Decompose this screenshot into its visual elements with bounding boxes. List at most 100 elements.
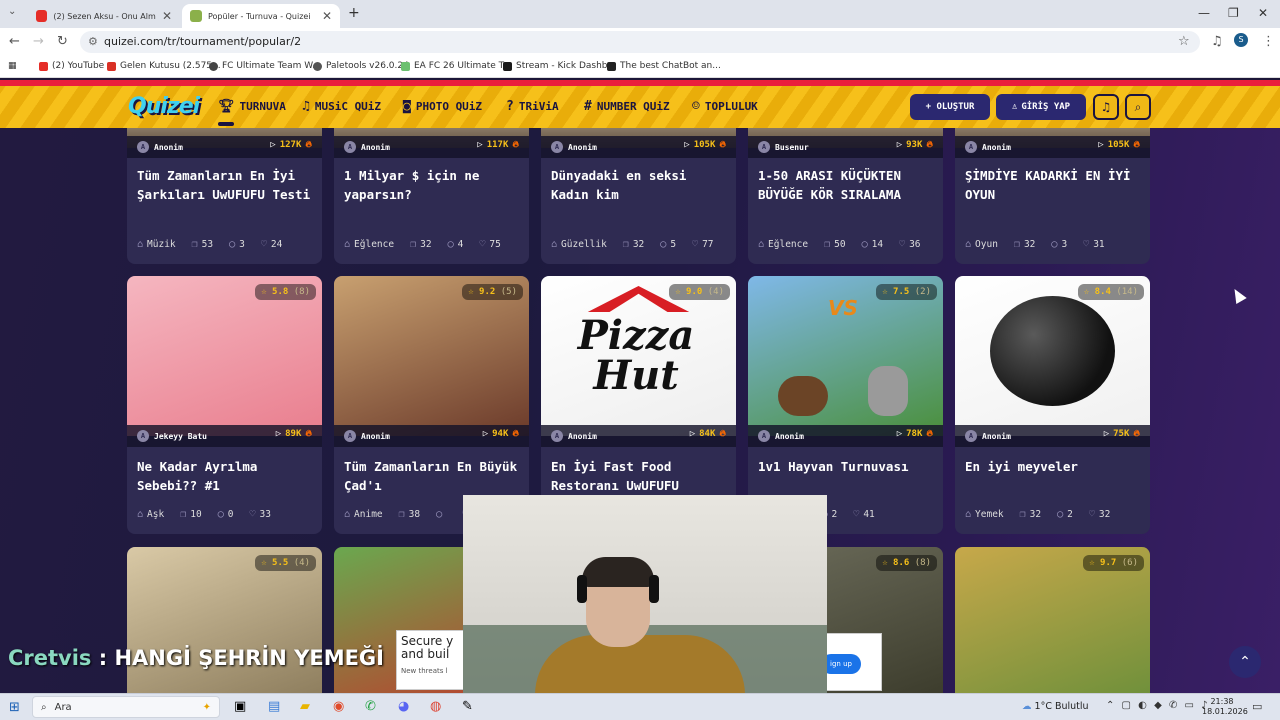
task-view-icon[interactable]: ▣	[234, 699, 246, 714]
meta-value: Anime	[354, 509, 383, 520]
chrome-icon[interactable]: ◉	[333, 699, 344, 714]
close-tab-icon[interactable]: ✕	[322, 9, 332, 23]
bookmark-youtube[interactable]: (2) YouTube	[39, 61, 104, 71]
weather-widget[interactable]: ☁ 1°C Bulutlu	[1022, 701, 1089, 712]
taskbar-clock[interactable]: 21:38 18.01.2026	[1202, 697, 1248, 717]
avatar-icon: A	[965, 430, 977, 442]
card-title[interactable]: Dünyadaki en seksi Kadın kim	[551, 166, 731, 204]
tournament-card[interactable]: ☆ 5.8 (8) A Jekeyy Batu ▷ 89K 🔥︎ Ne Kadar Ayrı…	[127, 276, 322, 534]
file-explorer-icon[interactable]: ▰	[300, 699, 310, 714]
notes-icon[interactable]: ✎	[462, 699, 473, 714]
notification-bell-icon[interactable]: ♫	[1093, 94, 1119, 120]
ad-banner-2[interactable]: ign up	[820, 633, 882, 691]
card-author[interactable]: A Jekeyy Batu	[137, 430, 207, 442]
tournament-card[interactable]: A Anonim ▷ 105K 🔥︎ Dünyadaki en seksi Kadın k…	[541, 128, 736, 264]
bookmark-paletools[interactable]: Paletools v26.0.24	[313, 61, 409, 71]
apps-grid-icon[interactable]: ▦	[8, 61, 17, 71]
card-title[interactable]: Ne Kadar Ayrılma Sebebi?? #1	[137, 457, 317, 495]
card-title[interactable]: En iyi meyveler	[965, 457, 1145, 476]
bookmark-star-icon[interactable]: ☆	[1178, 34, 1190, 49]
system-tray[interactable]: ⌃ ▢ ◐ ◆ ✆ ▭ ♪	[1106, 700, 1210, 711]
tournament-card[interactable]: A Anonim ▷ 105K 🔥︎ ŞİMDİYE KADARKİ EN İYİ OYU…	[955, 128, 1150, 264]
ad-signup-button[interactable]: ign up	[821, 654, 861, 674]
avatar-icon: A	[344, 430, 356, 442]
browser-tab-youtube[interactable]: (2) Sezen Aksu - Onu Alma Beni ✕	[28, 4, 180, 28]
card-author[interactable]: A Anonim	[551, 141, 597, 153]
discord-icon[interactable]: ◕	[398, 699, 409, 714]
count-icon: ❐	[180, 509, 187, 520]
nav-music-quiz[interactable]: ♫ MUSiC QUiZ	[302, 99, 381, 114]
windows-taskbar: ⊞ ⌕ Ara ✦ ▣ ▤ ▰ ◉ ✆ ◕ ◍ ✎ ☁ 1°C Bulutlu ⌃ …	[0, 693, 1280, 720]
windows-start-icon[interactable]: ⊞	[9, 700, 20, 715]
close-tab-icon[interactable]: ✕	[162, 9, 172, 23]
card-meta: ⌂ Oyun ❐ 32 ◯ 3 ♡ 31	[965, 239, 1105, 250]
card-author[interactable]: A Busenur	[758, 141, 809, 153]
whatsapp-icon[interactable]: ✆	[365, 699, 376, 714]
browser-tab-quizei[interactable]: Popüler - Turnuva - Quizei ✕	[182, 4, 340, 28]
nav-trivia[interactable]: ? TRiViA	[506, 99, 559, 114]
card-author[interactable]: A Anonim	[344, 141, 390, 153]
card-title[interactable]: ŞİMDİYE KADARKİ EN İYİ OYUN	[965, 166, 1145, 204]
scroll-to-top-button[interactable]: ⌃	[1229, 646, 1261, 678]
ad-banner[interactable]: Secure y and buil New threats l	[396, 630, 466, 690]
site-logo[interactable]: Quizei	[128, 94, 200, 119]
nav-turnuva[interactable]: 🏆︎ TURNUVA	[218, 99, 286, 114]
notification-center-icon[interactable]: ▭	[1252, 700, 1262, 713]
rating-value: 8.4	[1094, 287, 1111, 297]
meta-value: 5	[670, 239, 677, 250]
search-icon[interactable]: ⌕	[1125, 94, 1151, 120]
window-close-icon[interactable]: ✕	[1258, 6, 1268, 20]
more-menu-icon[interactable]: ⋮	[1262, 34, 1275, 49]
bookmark-ea-fc[interactable]: EA FC 26 Ultimate T...	[401, 61, 512, 71]
taskbar-search[interactable]: ⌕ Ara ✦	[32, 696, 220, 718]
bookmark-chatbot[interactable]: The best ChatBot an...	[607, 61, 721, 71]
card-title[interactable]: 1-50 ARASI KÜÇÜKTEN BÜYÜĞE KÖR SIRALAMA	[758, 166, 938, 204]
card-author[interactable]: A Anonim	[551, 430, 597, 442]
new-tab-icon[interactable]: +	[348, 5, 360, 21]
login-button[interactable]: ♙ GİRİŞ YAP	[996, 94, 1086, 120]
bookmark-fc-ultimate[interactable]: FC Ultimate Team W...	[209, 61, 321, 71]
tournament-card[interactable]: A Busenur ▷ 93K 🔥︎ 1-50 ARASI KÜÇÜKTEN BÜYÜĞE…	[748, 128, 943, 264]
card-author[interactable]: A Anonim	[758, 430, 804, 442]
restore-icon[interactable]: ❐	[1228, 6, 1239, 20]
bookmark-kick[interactable]: Stream - Kick Dashb...	[503, 61, 616, 71]
nav-topluluk[interactable]: ☺ TOPLULUK	[692, 99, 758, 114]
card-title[interactable]: 1v1 Hayvan Turnuvası	[758, 457, 938, 476]
card-title[interactable]: En İyi Fast Food Restoranı UwUFUFU	[551, 457, 731, 495]
rating-value: 5.8	[272, 287, 289, 297]
reload-icon[interactable]: ↻	[57, 34, 68, 49]
tournament-card[interactable]: A Anonim ▷ 117K 🔥︎ 1 Milyar $ için ne yaparsı…	[334, 128, 529, 264]
rating-count: (8)	[914, 558, 931, 568]
card-title[interactable]: Tüm Zamanların En İyi Şarkıları UwUFUFU …	[137, 166, 317, 204]
card-author[interactable]: A Anonim	[965, 141, 1011, 153]
minimize-icon[interactable]: —	[1198, 6, 1210, 20]
tournament-card[interactable]: A Anonim ▷ 127K 🔥︎ Tüm Zamanların En İyi Şark…	[127, 128, 322, 264]
card-author[interactable]: A Anonim	[965, 430, 1011, 442]
obs-icon[interactable]: ◍	[430, 699, 441, 714]
tournament-card[interactable]: ☆ 9.7 (6)	[955, 547, 1150, 693]
tournament-card[interactable]: ☆ 5.5 (4)	[127, 547, 322, 693]
tournament-card[interactable]: ☆ 8.4 (14) A Anonim ▷ 75K 🔥︎ En iyi meyveler ⌂ Y…	[955, 276, 1150, 534]
card-author[interactable]: A Anonim	[137, 141, 183, 153]
calculator-icon[interactable]: ▤	[268, 699, 280, 714]
profile-avatar-icon[interactable]: S	[1234, 33, 1248, 47]
bookmark-label: Stream - Kick Dashb...	[516, 61, 617, 71]
card-title[interactable]: 1 Milyar $ için ne yaparsın?	[344, 166, 524, 204]
tab-list-icon[interactable]: ⌄	[8, 6, 16, 17]
forward-icon[interactable]: →	[33, 34, 44, 49]
back-icon[interactable]: ←	[9, 34, 20, 49]
card-author[interactable]: A Anonim	[344, 430, 390, 442]
create-button[interactable]: + OLUŞTUR	[910, 94, 990, 120]
clock-date: 18.01.2026	[1202, 707, 1248, 716]
site-info-icon[interactable]: ⚙	[88, 31, 98, 53]
bookmark-gmail[interactable]: Gelen Kutusu (2.575...	[107, 61, 221, 71]
views-count: 105K	[693, 140, 716, 150]
media-icon[interactable]: ♫	[1211, 34, 1223, 49]
card-author-row: A Anonim ▷ 78K 🔥︎	[748, 425, 943, 447]
card-title[interactable]: Tüm Zamanların En Büyük Çad'ı	[344, 457, 524, 495]
user-icon: ♙	[1011, 102, 1018, 112]
nav-number-quiz[interactable]: # NUMBER QUiZ	[584, 99, 670, 114]
url-field[interactable]: ⚙ quizei.com/tr/tournament/popular/2	[80, 31, 1200, 53]
nav-photo-quiz[interactable]: ◙ PHOTO QUiZ	[403, 99, 482, 114]
meta-value: 3	[239, 239, 245, 250]
